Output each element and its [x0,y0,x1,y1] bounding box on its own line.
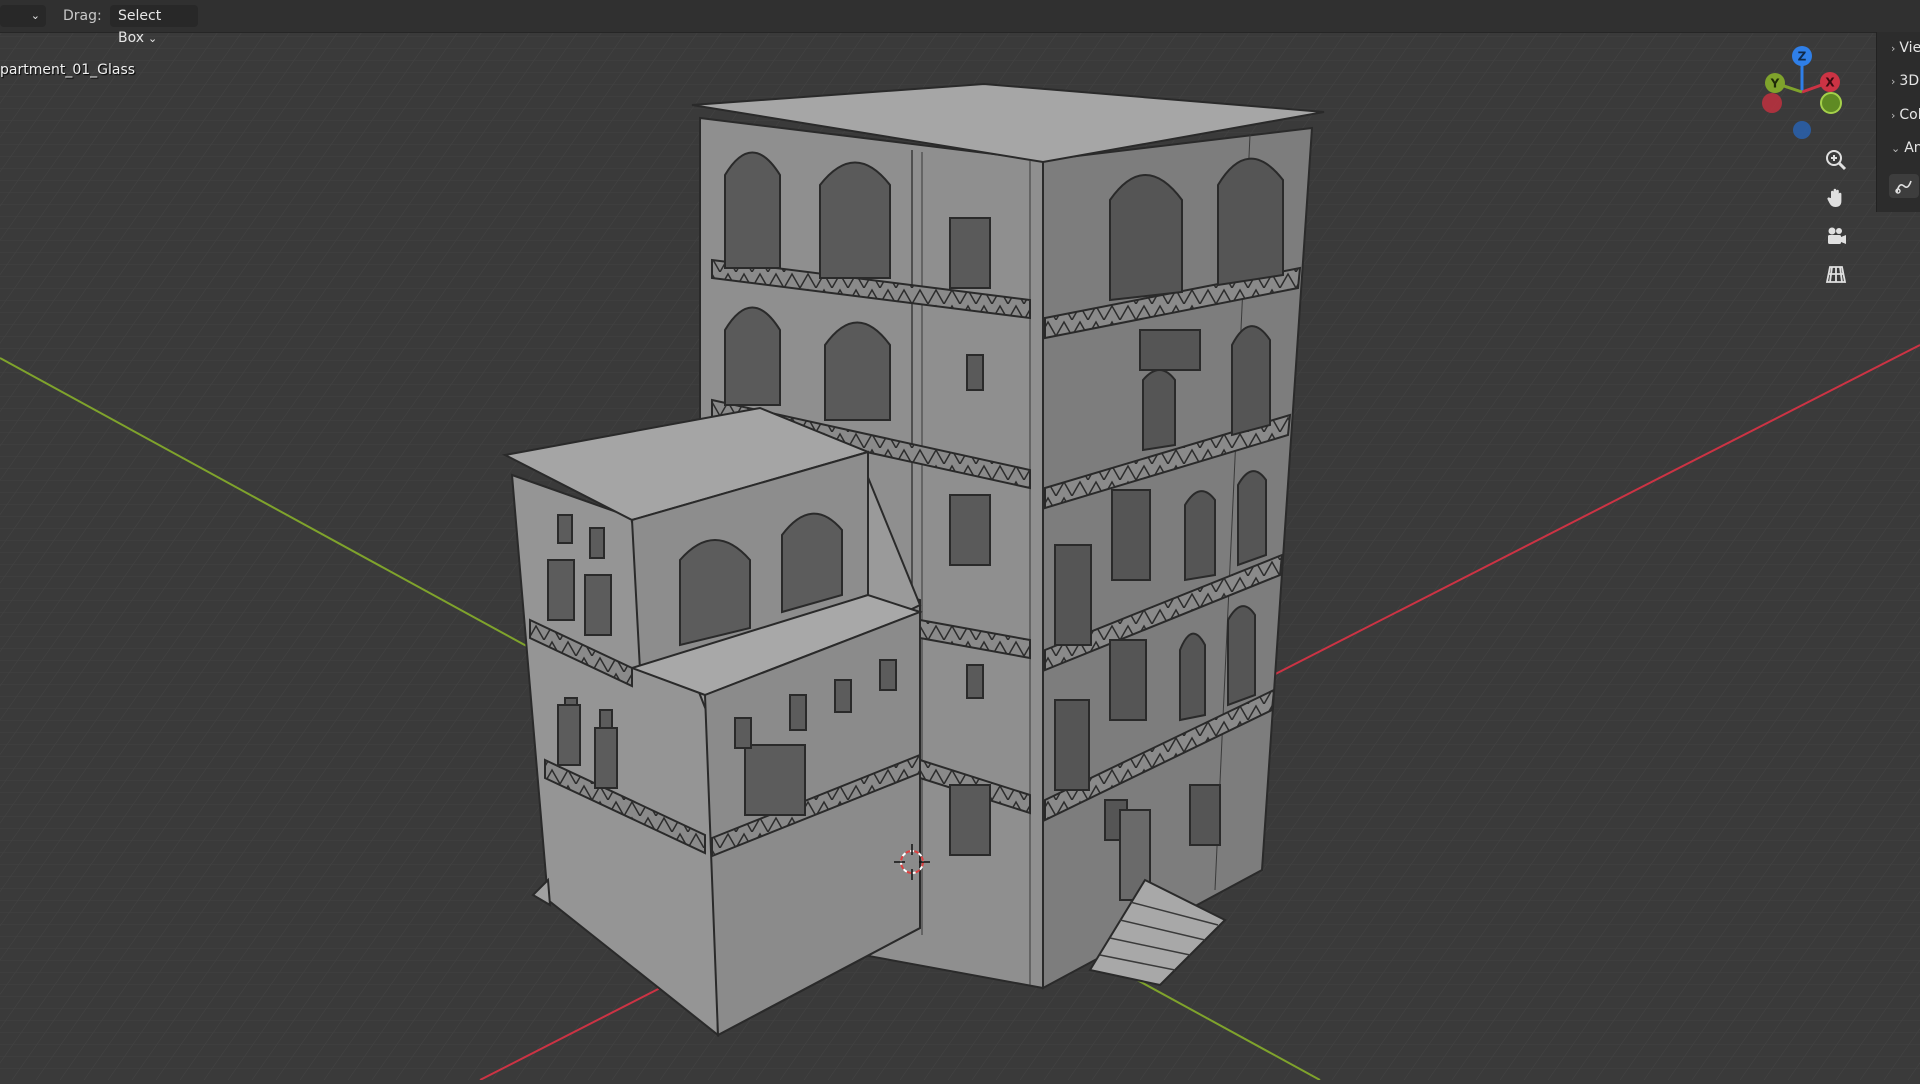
chevron-down-icon: ⌄ [30,9,40,22]
chevron-down-icon: ⌄ [148,32,158,45]
zoom-icon [1826,150,1847,171]
sidebar-tab-collection[interactable]: › Col [1891,107,1920,123]
sidebar-tab-label: Col [1899,107,1920,123]
gizmo-neg-z-icon[interactable] [1793,121,1811,139]
hand-pan-icon [1827,188,1842,207]
drag-select[interactable]: Select Box ⌄ [110,5,198,46]
sidebar-tab-label: 3D [1899,73,1920,89]
pan-button[interactable] [1818,181,1854,215]
gizmo-neg-x-icon[interactable] [1762,93,1782,113]
active-object-name: partment_01_Glass [0,62,136,78]
chevron-right-icon: › [1891,75,1896,88]
sidebar-tab-3d[interactable]: › 3D [1891,73,1919,89]
camera-view-button[interactable] [1818,219,1854,253]
chevron-right-icon: › [1891,42,1896,55]
gizmo-y-label: Y [1770,77,1780,91]
sidebar-tab-label: An [1904,140,1920,156]
projection-toggle-button[interactable] [1818,257,1854,291]
gizmo-z-label: Z [1798,50,1807,64]
gizmo-neg-y-icon[interactable] [1820,92,1842,114]
chevron-down-icon: ⌄ [1891,142,1901,155]
sidebar-tab-view[interactable]: › Vie [1891,40,1920,56]
sidebar-tab-label: Vie [1899,40,1920,56]
zoom-button[interactable] [1818,143,1854,177]
gizmo-x-label: X [1825,76,1835,90]
annotation-tool-select[interactable] [1889,174,1919,198]
sidebar-tab-annotation[interactable]: ⌄ An [1891,140,1920,156]
viewport-canvas: Z X Y [0,0,1920,1081]
camera-icon [1828,227,1846,244]
3d-viewport[interactable]: Z X Y [0,0,1920,1081]
sidebar-panel: › Vie › 3D › Col ⌄ An [1876,32,1920,212]
chevron-right-icon: › [1891,109,1896,122]
drag-label: Drag: [63,8,102,24]
grid-projection-icon [1825,266,1847,283]
viewport-header: ⌄ Drag: Select Box ⌄ [0,0,1920,46]
mode-select[interactable]: ⌄ [0,5,46,27]
annotate-tool-icon [1895,180,1912,194]
